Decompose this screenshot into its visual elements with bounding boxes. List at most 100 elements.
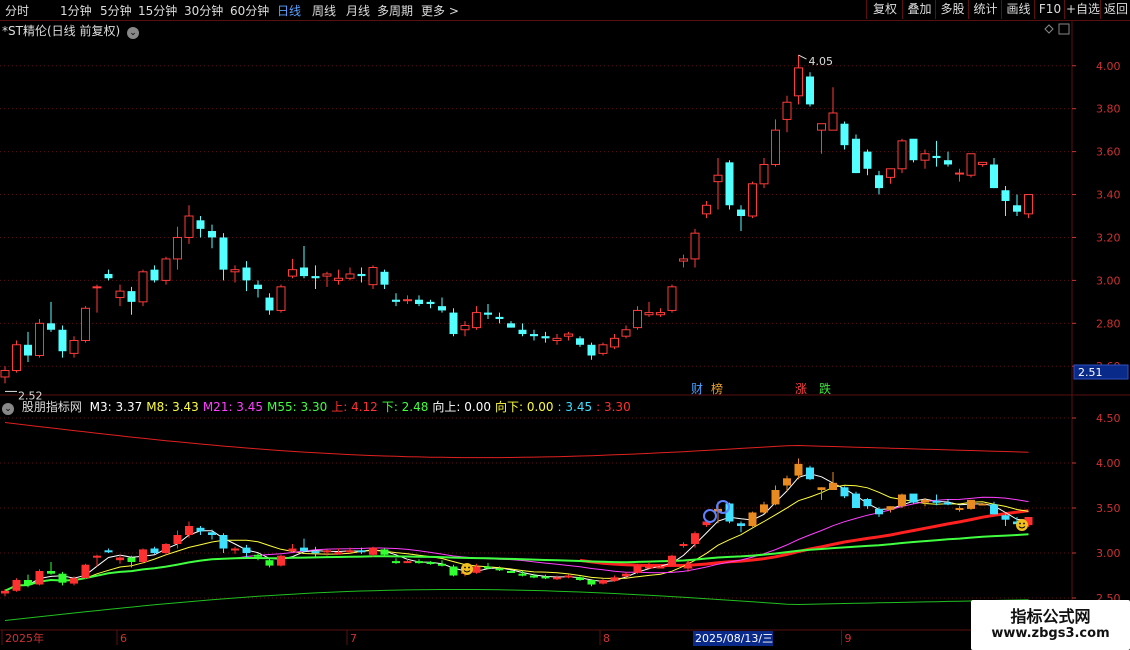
- smiley-eye: [468, 566, 470, 569]
- candle-up: [1024, 194, 1033, 215]
- candle-down: [840, 123, 849, 146]
- sub-candle-body: [150, 548, 159, 553]
- candle-up: [12, 344, 21, 372]
- candle-down: [415, 299, 423, 304]
- candle-down: [300, 267, 308, 277]
- sub-candle-body: [300, 547, 308, 552]
- candle-up: [69, 339, 79, 354]
- watermark-logo: 指标公式网 www.zbgs3.com: [971, 600, 1130, 650]
- sub-candle-body: [380, 549, 389, 555]
- candle-up: [322, 273, 332, 277]
- candle-up: [966, 153, 976, 176]
- candle-down: [725, 162, 734, 206]
- candle-up: [81, 307, 90, 341]
- candle-up: [161, 258, 171, 281]
- candle-down: [196, 220, 205, 229]
- watermark-url: www.zbgs3.com: [991, 626, 1110, 641]
- sub-candle-body: [12, 580, 21, 591]
- candle-up: [173, 236, 182, 260]
- sub-candle-body: [265, 560, 274, 566]
- sub-candle-body: [35, 571, 44, 585]
- sub-candle-body: [576, 577, 584, 580]
- sub-candle-body: [599, 580, 607, 584]
- candle-up: [621, 329, 631, 337]
- candle-down: [242, 267, 251, 281]
- ma3-line: [4, 473, 1029, 592]
- sub-candle-body: [196, 527, 205, 532]
- sub-candle-body: [254, 554, 262, 557]
- sub-candle-body: [219, 535, 228, 549]
- sub-candle-body: [806, 467, 814, 480]
- sub-candle-body: [886, 506, 895, 510]
- candle-down: [254, 284, 262, 289]
- candle-up: [817, 123, 826, 131]
- candle-up: [288, 269, 297, 277]
- event-tag-1: 榜: [711, 381, 723, 396]
- candle-up: [771, 129, 780, 165]
- candle-up: [230, 269, 240, 273]
- candle-up: [598, 344, 608, 354]
- candle-down: [484, 312, 492, 315]
- candle-up: [35, 322, 44, 357]
- signal-circle-icon: [703, 509, 717, 523]
- sub-candle-body: [645, 566, 653, 569]
- candle-down: [426, 301, 435, 304]
- sub-y-tick-label: 3.00: [1096, 547, 1121, 560]
- sub-candle-body: [472, 566, 481, 573]
- sub-candle-body: [771, 490, 780, 505]
- sub-candle-body: [139, 549, 147, 562]
- candle-up: [920, 153, 930, 161]
- sub-candle-body: [208, 532, 216, 535]
- panel-toggle-icon: [1058, 23, 1070, 35]
- upper-band-line: [4, 422, 1029, 459]
- sub-candle-body: [47, 571, 55, 574]
- candle-up: [782, 101, 792, 120]
- sub-candle-body: [863, 499, 872, 507]
- smiley-icon-2: [1016, 519, 1028, 531]
- sub-candle-body: [898, 494, 906, 507]
- sub-candle-body: [116, 557, 124, 561]
- sub-candle-body: [691, 533, 699, 544]
- x-tick-label: 8: [603, 632, 610, 645]
- y-tick-label: 3.40: [1096, 189, 1121, 202]
- candle-down: [875, 175, 883, 189]
- candle-up: [403, 299, 412, 302]
- sub-candle-body: [346, 550, 354, 553]
- sub-candle-body: [656, 566, 665, 569]
- y-tick-label: 3.60: [1096, 146, 1121, 159]
- sub-candle-body: [679, 544, 688, 546]
- sub-candle-body: [242, 547, 251, 553]
- candle-down: [576, 338, 584, 345]
- candle-down: [438, 306, 446, 311]
- candle-down: [806, 76, 814, 105]
- sub-candle-body: [978, 503, 987, 506]
- y-tick-label: 3.80: [1096, 103, 1121, 116]
- chart-canvas: 4.003.803.603.403.203.002.802.604.504.00…: [0, 20, 1130, 646]
- sub-candle-body: [610, 577, 619, 581]
- sub-candle-body: [392, 561, 400, 564]
- candle-down: [104, 273, 113, 279]
- candle-up: [690, 232, 700, 260]
- candle-down: [541, 336, 550, 339]
- candle-up: [368, 267, 378, 286]
- sub-candle-body: [633, 565, 642, 573]
- candle-down: [518, 329, 527, 335]
- high-marker-arrow: [798, 54, 807, 60]
- candle-up: [115, 290, 125, 299]
- sub-candle-body: [93, 555, 101, 558]
- candle-down: [1001, 190, 1010, 201]
- sub-candle-body: [24, 580, 32, 585]
- x-tick-label: 7: [350, 632, 357, 645]
- sub-y-tick-label: 4.50: [1096, 412, 1121, 425]
- candle-up: [886, 168, 895, 178]
- sub-y-tick-label: 4.00: [1096, 457, 1121, 470]
- low-price-label: 2.52: [18, 389, 43, 402]
- event-tag-2: 涨: [795, 381, 807, 396]
- candle-down: [990, 164, 998, 189]
- candle-down: [737, 209, 745, 216]
- candle-up: [633, 309, 642, 329]
- candle-up: [748, 183, 757, 217]
- smiley-eye: [1023, 522, 1025, 525]
- sub-candle-body: [829, 482, 837, 490]
- y-tick-label: 3.00: [1096, 274, 1121, 287]
